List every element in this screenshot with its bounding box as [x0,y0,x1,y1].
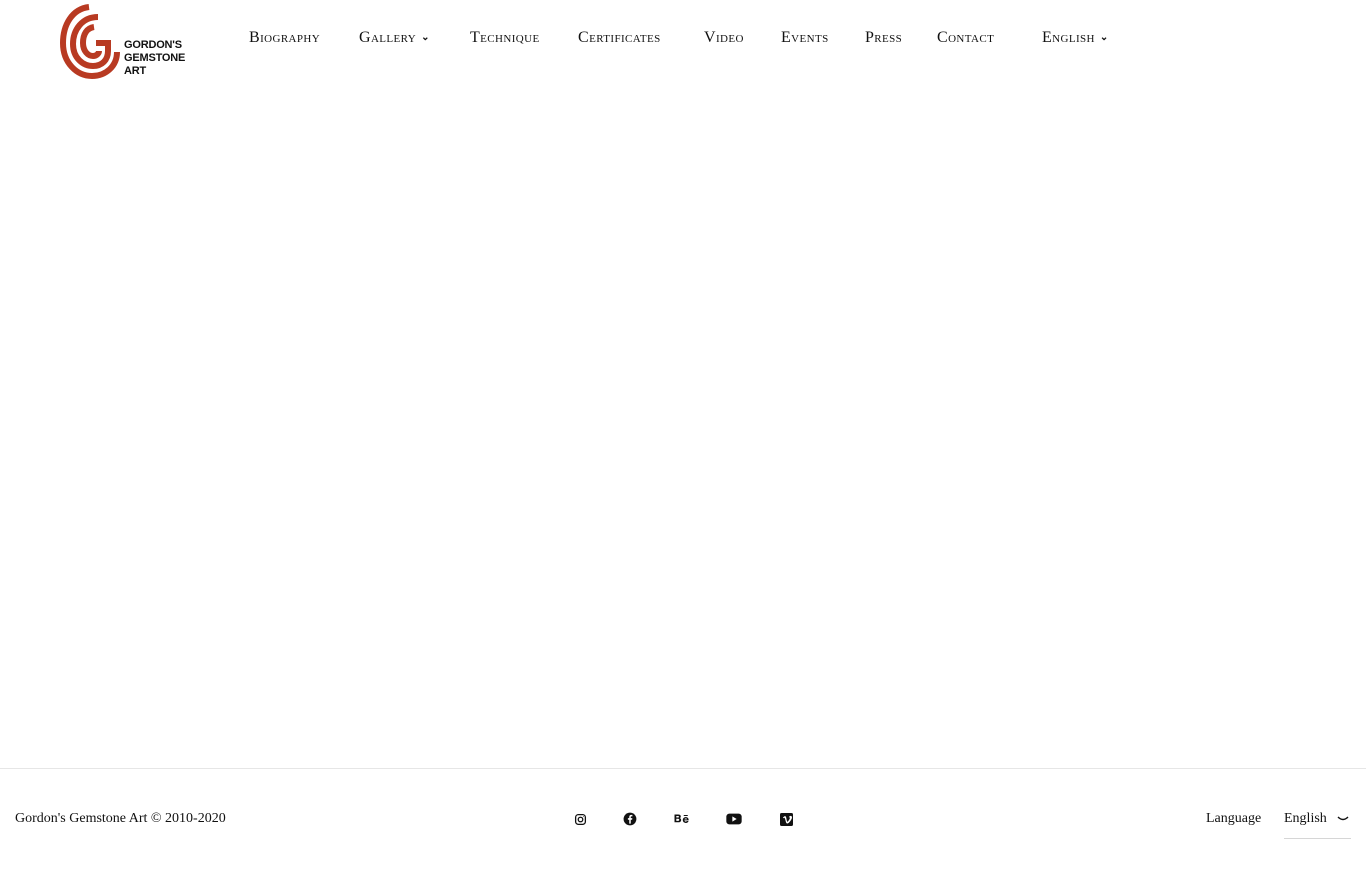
logo-line-2: GEMSTONE [124,52,186,64]
site-header: GORDON'S GEMSTONE ART Biography Gallery ⌄… [0,0,1366,82]
chevron-down-icon: ⌄ [421,31,430,43]
facebook-icon[interactable] [622,811,638,827]
nav-item-biography[interactable]: Biography [249,29,320,47]
behance-icon[interactable] [674,811,690,827]
nav-item-events[interactable]: Events [781,29,829,47]
nav-item-label: Biography [249,29,321,46]
chevron-down-icon [1337,816,1349,821]
vimeo-icon[interactable] [778,811,794,827]
copyright-text: Gordon's Gemstone Art © 2010-2020 [15,811,226,826]
nav-item-press[interactable]: Press [865,29,902,47]
language-select-value: English [1284,811,1327,826]
nav-item-technique[interactable]: Technique [470,29,540,47]
site-footer: Gordon's Gemstone Art © 2010-2020 Langua… [0,768,1366,873]
nav-item-label: Press [865,29,903,46]
logo-line-1: GORDON'S [124,39,182,51]
nav-item-label: Contact [937,29,995,46]
youtube-icon[interactable] [726,811,742,827]
logo-wordmark: GORDON'S GEMSTONE ART [124,39,185,78]
nav-item-language[interactable]: English ⌄ [1042,29,1109,47]
instagram-icon[interactable] [572,811,588,827]
language-label: Language [1206,811,1262,826]
nav-item-certificates[interactable]: Certificates [578,29,661,47]
nav-item-label: Events [781,29,829,46]
nav-item-label: English [1042,29,1095,46]
nav-item-label: Technique [470,29,540,46]
nav-item-label: Certificates [578,29,661,46]
nav-item-gallery[interactable]: Gallery ⌄ [359,29,430,47]
nav-item-contact[interactable]: Contact [937,29,994,47]
nav-item-label: Gallery [359,29,417,46]
logo-line-3: ART [124,65,147,77]
nav-item-video[interactable]: Video [704,29,744,47]
chevron-down-icon: ⌄ [1099,31,1109,43]
site-logo[interactable]: GORDON'S GEMSTONE ART [60,3,190,79]
language-select[interactable]: English [1284,809,1351,839]
nav-item-label: Video [704,29,744,46]
logo-spiral-icon [60,4,120,79]
main-content-area [0,82,1366,768]
